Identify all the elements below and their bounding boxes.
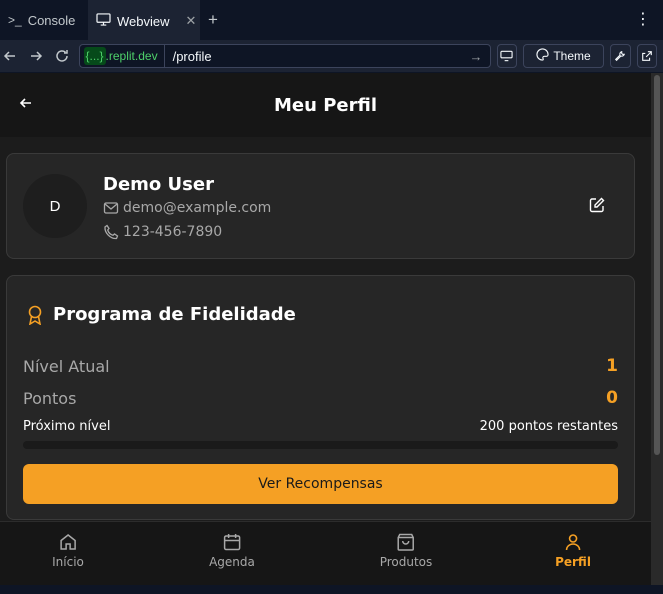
domain-text: .replit.dev <box>105 49 158 63</box>
domain-chip: {...} <box>83 47 106 65</box>
bottom-navigation: Início Agenda Produtos Perfil <box>0 521 651 585</box>
calendar-icon <box>223 534 241 551</box>
app-viewport: Meu Perfil D Demo User demo@example.com … <box>0 73 651 585</box>
arrow-left-icon <box>19 98 31 108</box>
forward-arrow-icon[interactable] <box>26 44 46 68</box>
loyalty-title: Programa de Fidelidade <box>53 304 296 325</box>
terminal-icon: >_ <box>8 13 22 27</box>
level-progress-bar <box>23 441 618 449</box>
user-phone-row: 123-456-7890 <box>103 224 222 240</box>
close-tab-icon[interactable]: ✕ <box>186 13 197 29</box>
scrollbar-thumb[interactable] <box>654 75 660 455</box>
nav-label-inicio: Início <box>52 555 84 569</box>
home-icon <box>60 534 76 550</box>
devtools-button[interactable] <box>610 44 631 68</box>
tab-bar: >_ Console Webview ✕ + ⋮ <box>0 0 663 40</box>
back-button[interactable] <box>18 95 38 115</box>
next-level-label: Próximo nível <box>23 419 111 434</box>
user-icon <box>565 534 581 551</box>
nav-item-perfil[interactable]: Perfil <box>555 532 591 569</box>
level-row: Nível Atual 1 <box>23 356 618 376</box>
back-arrow-icon[interactable] <box>0 44 20 68</box>
more-options-icon[interactable]: ⋮ <box>635 12 651 28</box>
url-divider <box>163 44 165 68</box>
page-title: Meu Perfil <box>274 94 377 116</box>
workspace-bottom-strip <box>0 585 663 594</box>
app-header: Meu Perfil <box>0 73 651 137</box>
theme-button[interactable]: Theme <box>523 44 605 68</box>
nav-item-produtos[interactable]: Produtos <box>379 532 433 569</box>
theme-label: Theme <box>553 49 591 63</box>
nav-item-inicio[interactable]: Início <box>52 532 84 569</box>
url-field[interactable]: {...} .replit.dev /profile → <box>78 44 491 68</box>
monitor-icon <box>96 13 111 29</box>
reload-icon[interactable] <box>52 44 72 68</box>
add-tab-icon[interactable]: + <box>200 10 226 30</box>
nav-label-perfil: Perfil <box>555 555 591 569</box>
profile-card: D Demo User demo@example.com 123-456-789… <box>6 153 635 259</box>
user-phone: 123-456-7890 <box>123 224 223 240</box>
mail-icon <box>103 202 119 214</box>
nav-item-agenda[interactable]: Agenda <box>209 532 255 569</box>
points-row: Pontos 0 <box>23 388 618 408</box>
loyalty-header: Programa de Fidelidade <box>27 304 296 325</box>
award-icon <box>28 305 42 325</box>
edit-profile-button[interactable] <box>589 197 609 217</box>
app-scrollbar[interactable] <box>651 73 663 585</box>
next-level-row: Próximo nível 200 pontos restantes <box>23 419 618 434</box>
palette-icon <box>536 48 549 64</box>
loyalty-card: Programa de Fidelidade Nível Atual 1 Pon… <box>6 275 635 520</box>
go-arrow-icon[interactable]: → <box>470 49 490 64</box>
tab-webview[interactable]: Webview ✕ <box>88 0 200 40</box>
devices-button[interactable] <box>496 44 517 68</box>
user-email-row: demo@example.com <box>103 200 271 216</box>
user-name: Demo User <box>103 174 214 195</box>
tab-console-label: Console <box>27 12 76 28</box>
nav-label-agenda: Agenda <box>209 555 255 569</box>
open-new-tab-button[interactable] <box>636 44 657 68</box>
url-bar: {...} .replit.dev /profile → Theme <box>0 40 663 72</box>
points-label: Pontos <box>23 388 77 408</box>
avatar: D <box>23 174 87 238</box>
url-path-input[interactable]: /profile <box>173 49 470 64</box>
tab-console[interactable]: >_ Console <box>0 0 88 40</box>
nav-label-produtos: Produtos <box>379 555 433 569</box>
phone-icon <box>104 224 119 240</box>
tab-webview-label: Webview <box>117 13 170 29</box>
shopping-bag-icon <box>397 533 415 551</box>
remaining-points: 200 pontos restantes <box>479 419 618 434</box>
user-email: demo@example.com <box>123 200 272 216</box>
points-value: 0 <box>606 388 618 408</box>
edit-icon <box>589 197 605 213</box>
level-value: 1 <box>606 356 618 376</box>
view-rewards-button[interactable]: Ver Recompensas <box>23 464 618 504</box>
level-label: Nível Atual <box>23 356 110 376</box>
